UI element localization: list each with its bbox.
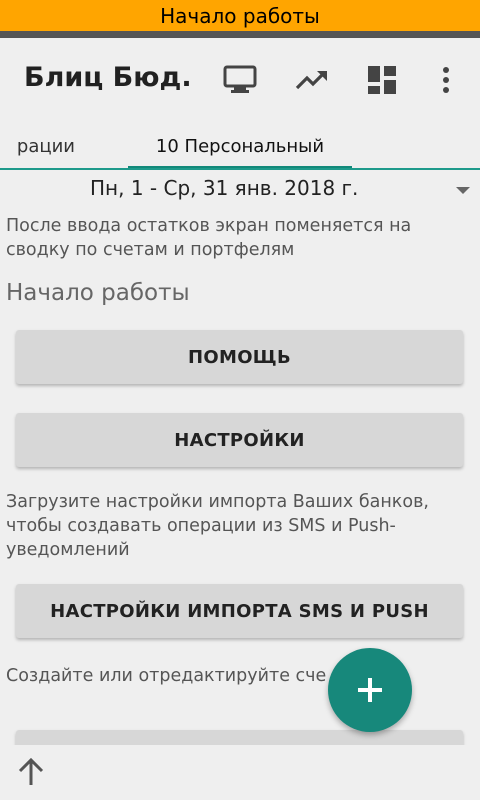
- balance-hint-text: После ввода остатков экран поменяется на…: [6, 216, 412, 260]
- screen: Начало работы Блиц Бюд... рации 10 Персо…: [0, 0, 480, 800]
- plus-icon: [358, 678, 382, 702]
- tab-divider: [0, 168, 480, 170]
- date-range-selector[interactable]: Пн, 1 - Ср, 31 янв. 2018 г.: [0, 172, 480, 204]
- tab-operations[interactable]: рации: [0, 122, 75, 170]
- help-button-label: ПОМОЩЬ: [188, 346, 291, 368]
- app-title: Блиц Бюд...: [24, 62, 194, 93]
- tab-personal-label: 10 Персональный: [155, 135, 325, 157]
- settings-button[interactable]: НАСТРОЙКИ: [16, 413, 463, 467]
- more-vert-icon[interactable]: [426, 62, 466, 98]
- import-settings-button[interactable]: НАСТРОЙКИ ИМПОРТА SMS И PUSH: [16, 584, 463, 638]
- banner-text: Начало работы: [160, 3, 320, 28]
- trending-up-icon[interactable]: [292, 62, 332, 98]
- help-button[interactable]: ПОМОЩЬ: [16, 330, 463, 384]
- add-fab-button[interactable]: [328, 648, 412, 732]
- import-settings-button-label: НАСТРОЙКИ ИМПОРТА SMS И PUSH: [50, 600, 429, 622]
- tab-personal[interactable]: 10 Персональный: [128, 122, 352, 170]
- tab-bar: рации 10 Персональный: [0, 122, 480, 170]
- banner-divider: [0, 31, 480, 38]
- dashboard-icon[interactable]: [362, 62, 402, 98]
- monitor-icon[interactable]: [220, 62, 260, 98]
- settings-button-label: НАСТРОЙКИ: [174, 429, 305, 451]
- app-bar: Блиц Бюд...: [0, 38, 480, 122]
- dropdown-arrow-icon[interactable]: [456, 187, 470, 194]
- date-range-text: Пн, 1 - Ср, 31 янв. 2018 г.: [90, 176, 359, 200]
- arrow-up-icon[interactable]: [16, 757, 46, 787]
- tab-operations-label: рации: [16, 135, 75, 157]
- top-banner: Начало работы: [0, 0, 480, 31]
- import-hint-text: Загрузите настройки импорта Ваших банков…: [6, 492, 429, 560]
- bottom-bar: [0, 745, 480, 800]
- section-title: Начало работы: [6, 280, 190, 306]
- accounts-hint-text: Создайте или отредактируйте сче сгруппир…: [6, 666, 336, 686]
